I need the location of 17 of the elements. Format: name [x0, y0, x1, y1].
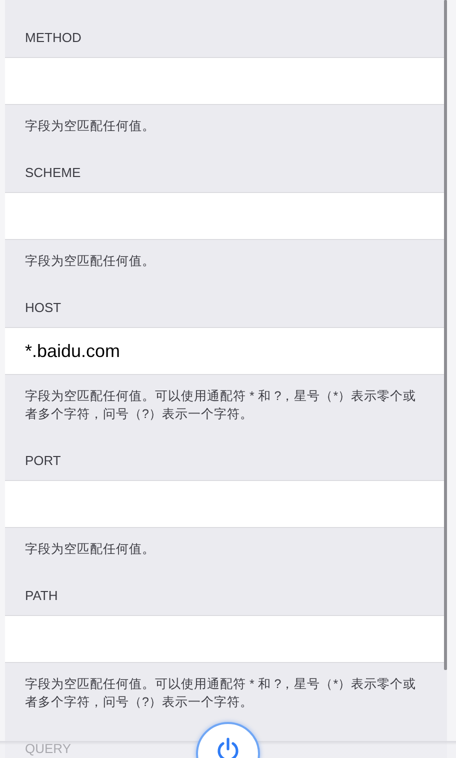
- section-label: PATH: [25, 588, 58, 603]
- hint-text: 字段为空匹配任何值。: [24, 253, 156, 270]
- section-label: PORT: [25, 453, 61, 468]
- input-field[interactable]: [5, 615, 447, 663]
- hint-text: 字段为空匹配任何值。: [24, 118, 156, 135]
- section-label: HOST: [25, 300, 62, 315]
- power-icon: [215, 737, 241, 758]
- input-field[interactable]: [5, 192, 447, 240]
- hint-text: 字段为空匹配任何值。可以使用通配符 * 和 ?，星号（*）表示零个或者多个字符，问号（?）表示一个字符。: [24, 388, 418, 423]
- section-label: SCHEME: [25, 165, 81, 180]
- hint-text: 字段为空匹配任何值。可以使用通配符 * 和 ?，星号（*）表示零个或者多个字符，问号（?）表示一个字符。: [24, 676, 418, 711]
- input-field[interactable]: *.baidu.com: [5, 327, 447, 375]
- hint-text: 字段为空匹配任何值。: [24, 541, 156, 558]
- section-label: METHOD: [25, 30, 82, 45]
- section-label: QUERY: [25, 741, 71, 756]
- input-field[interactable]: [5, 57, 447, 105]
- input-field[interactable]: [5, 480, 447, 528]
